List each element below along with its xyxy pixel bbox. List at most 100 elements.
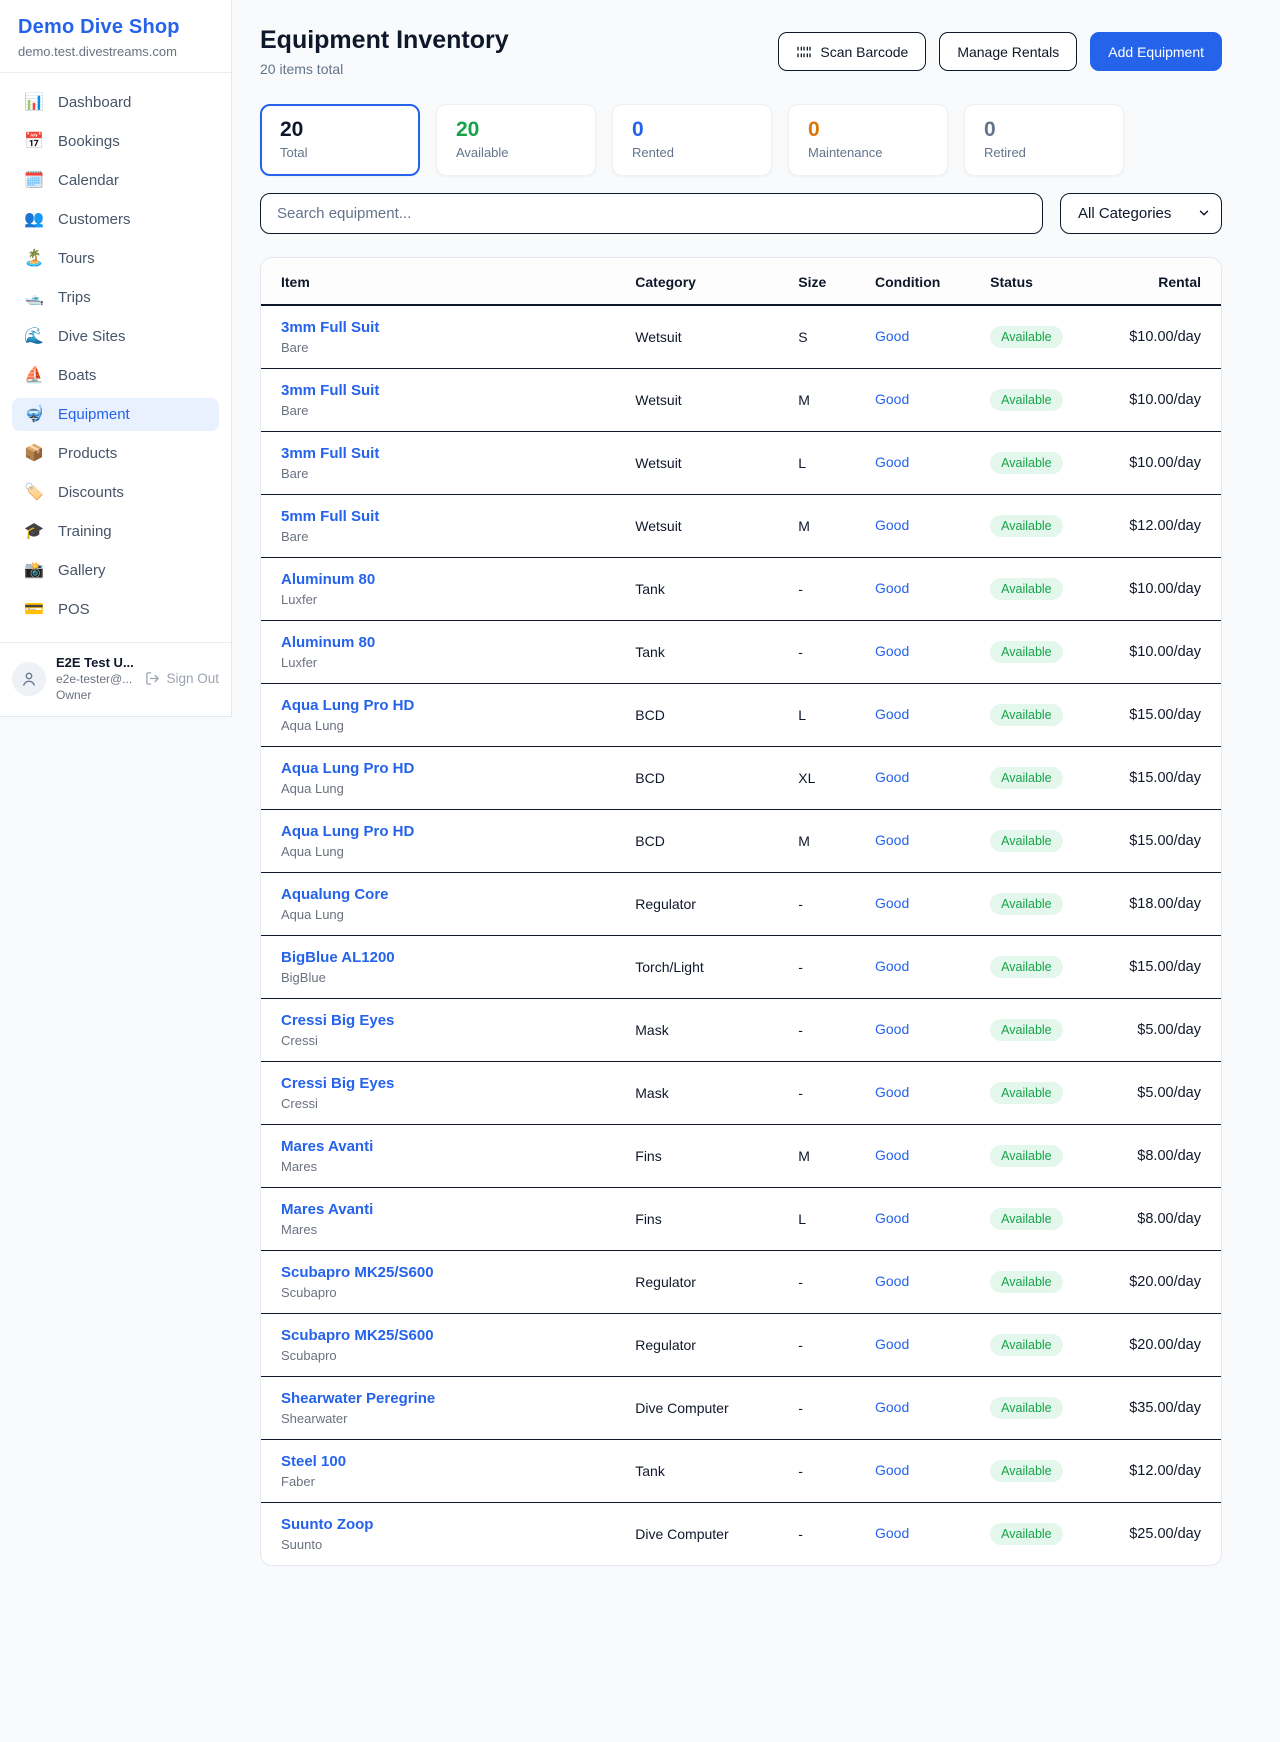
table-row[interactable]: 5mm Full Suit Bare Wetsuit M Good Availa… <box>261 495 1221 558</box>
stat-card[interactable]: 0 Retired <box>964 104 1124 176</box>
sidebar-item-dashboard[interactable]: 📊 Dashboard <box>12 86 219 119</box>
manage-rentals-button[interactable]: Manage Rentals <box>939 32 1077 71</box>
column-header[interactable]: Status <box>970 258 1109 305</box>
item-name-link[interactable]: Steel 100 <box>281 1453 595 1470</box>
shop-name[interactable]: Demo Dive Shop <box>18 16 213 39</box>
table-row[interactable]: Aqua Lung Pro HD Aqua Lung BCD L Good Av… <box>261 684 1221 747</box>
sidebar-item-trips[interactable]: 🛥️ Trips <box>12 281 219 314</box>
table-row[interactable]: Aluminum 80 Luxfer Tank - Good Available… <box>261 621 1221 684</box>
item-name-link[interactable]: 3mm Full Suit <box>281 382 595 399</box>
cell-status: Available <box>970 1188 1109 1251</box>
stat-card[interactable]: 20 Available <box>436 104 596 176</box>
item-name-link[interactable]: Aluminum 80 <box>281 571 595 588</box>
item-name-link[interactable]: Suunto Zoop <box>281 1516 595 1533</box>
condition-link[interactable]: Good <box>875 958 909 974</box>
status-badge: Available <box>990 1460 1063 1482</box>
item-name-link[interactable]: Aqua Lung Pro HD <box>281 697 595 714</box>
table-row[interactable]: Mares Avanti Mares Fins L Good Available… <box>261 1188 1221 1251</box>
scan-barcode-button[interactable]: Scan Barcode <box>778 32 926 71</box>
condition-link[interactable]: Good <box>875 1084 909 1100</box>
table-row[interactable]: Cressi Big Eyes Cressi Mask - Good Avail… <box>261 1062 1221 1125</box>
table-row[interactable]: Cressi Big Eyes Cressi Mask - Good Avail… <box>261 999 1221 1062</box>
sidebar-item-training[interactable]: 🎓 Training <box>12 515 219 548</box>
item-name-link[interactable]: 3mm Full Suit <box>281 445 595 462</box>
add-equipment-button[interactable]: Add Equipment <box>1090 32 1222 71</box>
table-row[interactable]: Scubapro MK25/S600 Scubapro Regulator - … <box>261 1251 1221 1314</box>
item-name-link[interactable]: Scubapro MK25/S600 <box>281 1264 595 1281</box>
column-header[interactable]: Item <box>261 258 615 305</box>
condition-link[interactable]: Good <box>875 328 909 344</box>
table-row[interactable]: Aluminum 80 Luxfer Tank - Good Available… <box>261 558 1221 621</box>
sidebar-item-pos[interactable]: 💳 POS <box>12 593 219 626</box>
condition-link[interactable]: Good <box>875 580 909 596</box>
item-brand: Aqua Lung <box>281 781 595 796</box>
condition-link[interactable]: Good <box>875 1399 909 1415</box>
condition-link[interactable]: Good <box>875 1273 909 1289</box>
sidebar-item-bookings[interactable]: 📅 Bookings <box>12 125 219 158</box>
condition-link[interactable]: Good <box>875 454 909 470</box>
cell-rental: $12.00/day <box>1109 1440 1221 1503</box>
condition-link[interactable]: Good <box>875 1462 909 1478</box>
condition-link[interactable]: Good <box>875 643 909 659</box>
item-name-link[interactable]: Shearwater Peregrine <box>281 1390 595 1407</box>
sidebar-item-customers[interactable]: 👥 Customers <box>12 203 219 236</box>
item-name-link[interactable]: 5mm Full Suit <box>281 508 595 525</box>
condition-link[interactable]: Good <box>875 391 909 407</box>
table-row[interactable]: Aqualung Core Aqua Lung Regulator - Good… <box>261 873 1221 936</box>
cell-item: Mares Avanti Mares <box>261 1188 615 1251</box>
item-name-link[interactable]: Scubapro MK25/S600 <box>281 1327 595 1344</box>
item-name-link[interactable]: Mares Avanti <box>281 1138 595 1155</box>
condition-link[interactable]: Good <box>875 832 909 848</box>
sidebar-item-calendar[interactable]: 🗓️ Calendar <box>12 164 219 197</box>
item-name-link[interactable]: Aqualung Core <box>281 886 595 903</box>
table-row[interactable]: Mares Avanti Mares Fins M Good Available… <box>261 1125 1221 1188</box>
cell-category: Regulator <box>615 1251 778 1314</box>
sidebar-item-discounts[interactable]: 🏷️ Discounts <box>12 476 219 509</box>
table-row[interactable]: 3mm Full Suit Bare Wetsuit L Good Availa… <box>261 432 1221 495</box>
cell-size: M <box>778 495 855 558</box>
column-header[interactable]: Category <box>615 258 778 305</box>
condition-link[interactable]: Good <box>875 1525 909 1541</box>
item-name-link[interactable]: BigBlue AL1200 <box>281 949 595 966</box>
sidebar-item-products[interactable]: 📦 Products <box>12 437 219 470</box>
column-header[interactable]: Rental <box>1109 258 1221 305</box>
item-name-link[interactable]: Cressi Big Eyes <box>281 1075 595 1092</box>
search-input[interactable] <box>260 193 1043 234</box>
condition-link[interactable]: Good <box>875 1210 909 1226</box>
item-name-link[interactable]: Aqua Lung Pro HD <box>281 823 595 840</box>
sign-out-button[interactable]: Sign Out <box>145 671 219 686</box>
item-name-link[interactable]: Cressi Big Eyes <box>281 1012 595 1029</box>
item-name-link[interactable]: Mares Avanti <box>281 1201 595 1218</box>
table-row[interactable]: Scubapro MK25/S600 Scubapro Regulator - … <box>261 1314 1221 1377</box>
status-badge: Available <box>990 1019 1063 1041</box>
column-header[interactable]: Condition <box>855 258 970 305</box>
table-row[interactable]: 3mm Full Suit Bare Wetsuit S Good Availa… <box>261 305 1221 369</box>
stat-card[interactable]: 20 Total <box>260 104 420 176</box>
table-row[interactable]: BigBlue AL1200 BigBlue Torch/Light - Goo… <box>261 936 1221 999</box>
condition-link[interactable]: Good <box>875 1147 909 1163</box>
condition-link[interactable]: Good <box>875 1021 909 1037</box>
column-header[interactable]: Size <box>778 258 855 305</box>
condition-link[interactable]: Good <box>875 517 909 533</box>
table-row[interactable]: Aqua Lung Pro HD Aqua Lung BCD XL Good A… <box>261 747 1221 810</box>
table-row[interactable]: Shearwater Peregrine Shearwater Dive Com… <box>261 1377 1221 1440</box>
condition-link[interactable]: Good <box>875 706 909 722</box>
stat-card[interactable]: 0 Rented <box>612 104 772 176</box>
item-name-link[interactable]: Aluminum 80 <box>281 634 595 651</box>
item-name-link[interactable]: 3mm Full Suit <box>281 319 595 336</box>
sidebar-item-equipment[interactable]: 🤿 Equipment <box>12 398 219 431</box>
table-row[interactable]: Steel 100 Faber Tank - Good Available $1… <box>261 1440 1221 1503</box>
sidebar-item-tours[interactable]: 🏝️ Tours <box>12 242 219 275</box>
sidebar-item-gallery[interactable]: 📸 Gallery <box>12 554 219 587</box>
item-name-link[interactable]: Aqua Lung Pro HD <box>281 760 595 777</box>
sidebar-item-boats[interactable]: ⛵ Boats <box>12 359 219 392</box>
table-row[interactable]: Aqua Lung Pro HD Aqua Lung BCD M Good Av… <box>261 810 1221 873</box>
condition-link[interactable]: Good <box>875 895 909 911</box>
stat-card[interactable]: 0 Maintenance <box>788 104 948 176</box>
table-row[interactable]: Suunto Zoop Suunto Dive Computer - Good … <box>261 1503 1221 1566</box>
table-row[interactable]: 3mm Full Suit Bare Wetsuit M Good Availa… <box>261 369 1221 432</box>
category-select[interactable]: All Categories <box>1060 193 1222 234</box>
condition-link[interactable]: Good <box>875 1336 909 1352</box>
sidebar-item-dive-sites[interactable]: 🌊 Dive Sites <box>12 320 219 353</box>
condition-link[interactable]: Good <box>875 769 909 785</box>
